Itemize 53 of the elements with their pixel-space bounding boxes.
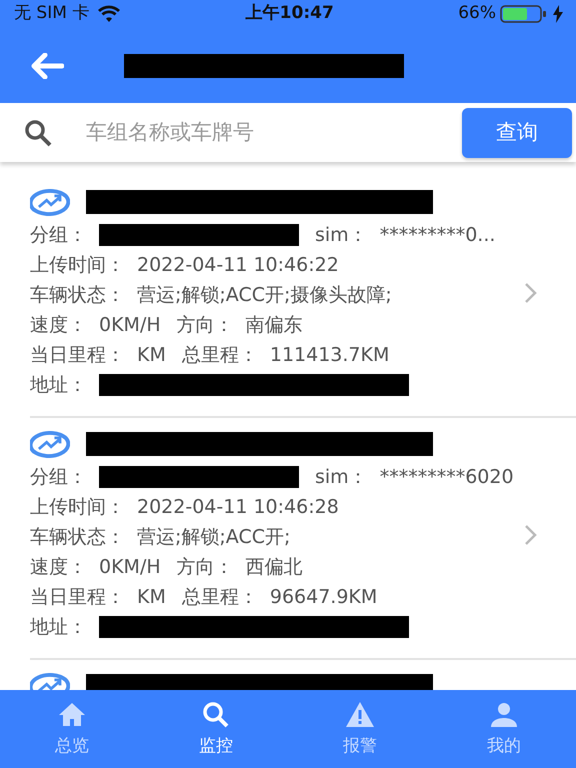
chevron-right-icon[interactable]: [524, 282, 538, 304]
field-label: 车辆状态：: [30, 283, 125, 308]
field-label: 当日里程：: [30, 585, 125, 610]
query-button[interactable]: 查询: [462, 108, 572, 158]
field-value: 西偏北: [246, 555, 303, 580]
person-icon: [489, 700, 519, 730]
field-value: KM: [137, 343, 166, 368]
field-value: 营运;解锁;ACC开;摄像头故障;: [137, 283, 392, 308]
field-label: 总里程：: [182, 343, 258, 368]
field-label: 速度：: [30, 555, 87, 580]
chevron-right-icon[interactable]: [524, 524, 538, 546]
trend-icon: [30, 430, 70, 458]
field-label: 地址：: [30, 615, 87, 640]
field-label: 分组：: [30, 465, 87, 490]
field-label: 总里程：: [182, 585, 258, 610]
field-value: 0KM/H: [99, 313, 161, 338]
wifi-icon: [97, 5, 122, 23]
search-icon: [201, 700, 231, 730]
field-value: 2022-04-11 10:46:28: [137, 495, 339, 520]
battery-icon: [500, 5, 548, 23]
field-value: *********0...: [380, 223, 496, 248]
field-value: 营运;解锁;ACC开;: [137, 525, 290, 550]
field-value: *********6020: [380, 465, 514, 490]
clock-text: 上午10:47: [246, 2, 334, 26]
trend-icon: [30, 188, 70, 216]
field-value: KM: [137, 585, 166, 610]
back-button[interactable]: [30, 52, 64, 78]
field-value: 南偏东: [246, 313, 303, 338]
tab[interactable]: 总览: [0, 690, 144, 768]
field-label: 方向：: [176, 555, 234, 580]
field-label: 分组：: [30, 223, 87, 248]
field-label: 方向：: [176, 313, 234, 338]
battery-text: 66%: [458, 2, 496, 26]
tab[interactable]: 报警: [288, 690, 432, 768]
field-label: sim：: [315, 465, 368, 490]
field-label: 地址：: [30, 373, 87, 398]
field-value: 0KM/H: [99, 555, 161, 580]
field-label: 速度：: [30, 313, 87, 338]
charging-icon: [552, 5, 564, 23]
tab[interactable]: 我的: [432, 690, 576, 768]
tab[interactable]: 监控: [144, 690, 288, 768]
field-value: 2022-04-11 10:46:22: [137, 253, 339, 278]
field-label: 上传时间：: [30, 495, 125, 520]
search-icon: [24, 118, 52, 146]
field-value: 96647.9KM: [270, 585, 378, 610]
field-label: 车辆状态：: [30, 525, 125, 550]
field-label: 上传时间：: [30, 253, 125, 278]
field-value: 111413.7KM: [270, 343, 390, 368]
field-label: 当日里程：: [30, 343, 125, 368]
search-field[interactable]: 车组名称或车牌号: [84, 116, 384, 150]
carrier-text: 无 SIM 卡: [14, 2, 90, 26]
field-label: sim：: [315, 223, 368, 248]
warning-icon: [345, 700, 375, 730]
